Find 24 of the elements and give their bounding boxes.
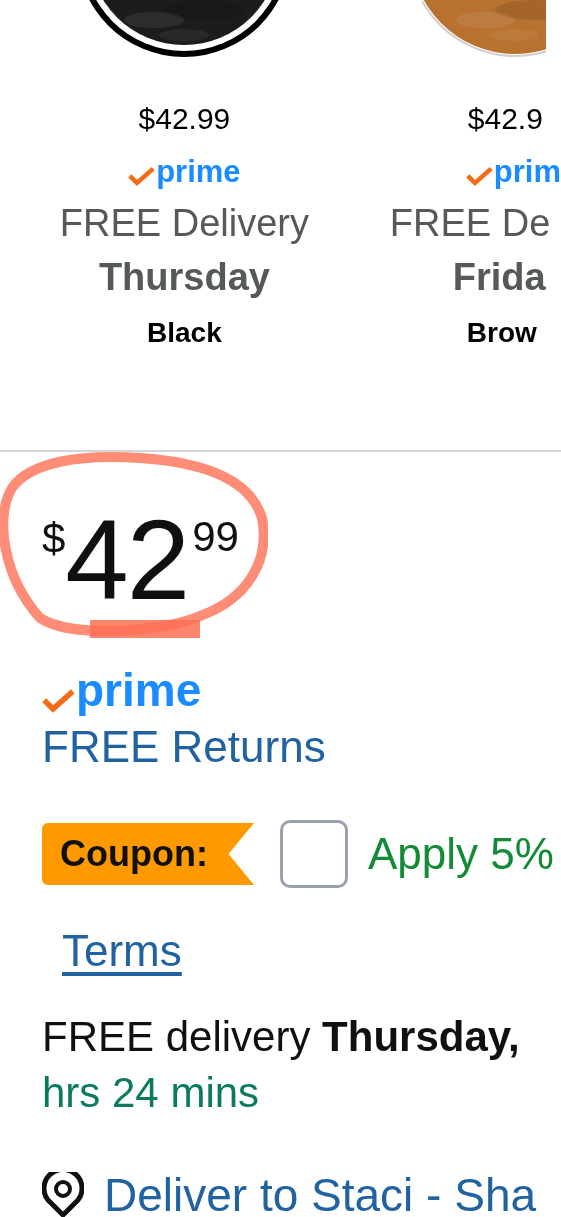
delivery-text: FREE De (389, 201, 551, 246)
check-icon (465, 165, 493, 187)
delivery-day: Thursday (98, 253, 270, 301)
location-pin-icon (42, 1172, 84, 1217)
delivery-text: FREE Delivery (59, 201, 309, 246)
delivery-day: Frida (452, 253, 546, 301)
prime-logo: prime (128, 156, 241, 187)
coupon-checkbox[interactable] (280, 820, 348, 888)
currency-symbol: $ (42, 518, 66, 560)
terms-link[interactable]: Terms (62, 923, 182, 979)
price-fraction: 99 (192, 516, 239, 558)
check-icon (128, 165, 156, 187)
returns-link[interactable]: FREE Returns (42, 719, 326, 775)
countdown-text: hrs 24 mins (42, 1068, 260, 1118)
delivery-info: FREE delivery Thursday, (42, 1012, 520, 1062)
variant-price: $42.9 (467, 104, 543, 134)
deliver-to-link[interactable]: Deliver to Staci - Sha (104, 1167, 537, 1217)
variant-price: $42.99 (138, 104, 231, 134)
coupon-badge: Coupon: (42, 823, 254, 885)
prime-logo: prim (465, 156, 561, 187)
variant-name: Black (147, 316, 222, 350)
coupon-text: Apply 5% (368, 828, 554, 880)
variant-name: Brow (466, 316, 537, 350)
price-whole: 42 (65, 510, 189, 610)
